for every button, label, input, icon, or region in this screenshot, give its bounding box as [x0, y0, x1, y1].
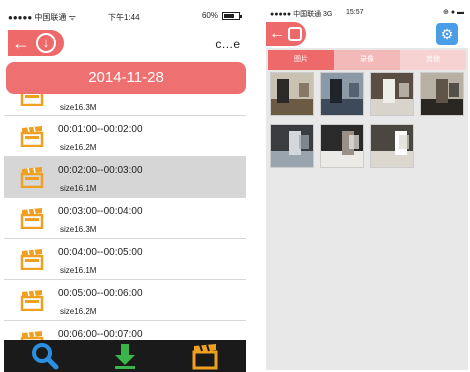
- carrier-label: ●●●●● 中国联通 3G: [270, 11, 333, 18]
- status-icons: ⊕ ● ▬: [443, 9, 464, 16]
- time-range: 00:05:00--00:06:00: [58, 288, 143, 299]
- top-bar: ← ↓ c…e: [4, 28, 246, 58]
- back-button[interactable]: ← ↓: [8, 30, 64, 56]
- date-header[interactable]: 2014-11-28: [6, 62, 246, 94]
- tab-videos[interactable]: 录像: [334, 50, 400, 70]
- time-range: 00:06:00--00:07:00: [58, 329, 143, 340]
- list-item[interactable]: size16.3M: [4, 94, 246, 116]
- download-circle-icon: ↓: [36, 33, 56, 53]
- list-item[interactable]: 00:04:00--00:05:00 size16.1M: [4, 239, 246, 280]
- status-time: 下午1:44: [108, 13, 140, 22]
- thumbnail-room-photo-3[interactable]: [370, 72, 414, 116]
- thumbnail-room-photo-4[interactable]: [420, 72, 464, 116]
- back-arrow-icon: ←: [269, 25, 285, 42]
- clapperboard-icon: [20, 94, 44, 106]
- clapperboard-icon: [20, 249, 44, 270]
- time-range: 00:02:00--00:03:00: [58, 165, 143, 176]
- status-bar: ●●●●● 中国联通 3G 15:57 ⊕ ● ▬: [266, 6, 468, 20]
- file-size: size16.3M: [60, 103, 97, 112]
- battery-percent: 60%: [201, 11, 218, 20]
- search-icon[interactable]: [30, 342, 60, 370]
- list-item[interactable]: 00:03:00--00:04:00 size16.3M: [4, 198, 246, 239]
- time-range: 00:03:00--00:04:00: [58, 206, 143, 217]
- thumbnail-room-photo-5[interactable]: [270, 124, 314, 168]
- clapperboard-icon: [20, 126, 44, 147]
- clapperboard-icon[interactable]: [190, 342, 220, 370]
- list-item[interactable]: 00:02:00--00:03:00 size16.1M: [4, 157, 246, 198]
- clapperboard-icon: [20, 208, 44, 229]
- video-list-screen: ●●●●● 中国联通 ᯤ 下午1:44 60% ← ↓ c…e 2014-11-…: [4, 6, 246, 372]
- clapperboard-icon: [20, 331, 44, 340]
- back-button[interactable]: ←: [266, 22, 306, 46]
- thumbnail-room-photo-7[interactable]: [370, 124, 414, 168]
- file-size: size16.1M: [60, 266, 97, 275]
- gear-icon[interactable]: ⚙: [436, 23, 458, 45]
- list-item[interactable]: 00:06:00--00:07:00size16.3M: [4, 321, 246, 340]
- time-range: 00:04:00--00:05:00: [58, 247, 143, 258]
- status-bar: ●●●●● 中国联通 ᯤ 下午1:44 60%: [4, 6, 246, 26]
- clapperboard-icon: [20, 167, 44, 188]
- file-size: size16.3M: [60, 225, 97, 234]
- file-size: size16.1M: [60, 184, 97, 193]
- thumbnail-room-photo-2[interactable]: [320, 72, 364, 116]
- battery-icon: [222, 11, 242, 20]
- list-item[interactable]: 00:05:00--00:06:00 size16.2M: [4, 280, 246, 321]
- download-icon[interactable]: [110, 342, 140, 370]
- thumbnail-room-photo-1[interactable]: [270, 72, 314, 116]
- page-title: c…e: [215, 37, 240, 51]
- photo-gallery-screen: ●●●●● 中国联通 3G 15:57 ⊕ ● ▬ ← ⚙ 图片 录像 其他: [266, 6, 468, 370]
- top-bar: ← ⚙: [266, 20, 468, 48]
- carrier-label: ●●●●● 中国联通 ᯤ: [8, 13, 76, 22]
- time-range: 00:01:00--00:02:00: [58, 124, 143, 135]
- back-arrow-icon: ←: [12, 33, 30, 53]
- tab-photos[interactable]: 图片: [268, 50, 334, 70]
- bottom-toolbar: [4, 340, 246, 372]
- file-size: size16.2M: [60, 143, 97, 152]
- tab-other[interactable]: 其他: [400, 50, 466, 70]
- list-item[interactable]: 00:01:00--00:02:00 size16.2M: [4, 116, 246, 157]
- clapperboard-icon: [20, 290, 44, 311]
- status-time: 15:57: [346, 9, 364, 16]
- camera-icon: [288, 27, 302, 41]
- video-list: size16.3M 00:01:00--00:02:00 size16.2M 00:0…: [4, 94, 246, 340]
- thumbnail-room-photo-6[interactable]: [320, 124, 364, 168]
- battery-indicator: 60%: [201, 11, 242, 20]
- file-size: size16.2M: [60, 307, 97, 316]
- tab-bar: 图片 录像 其他: [268, 50, 466, 70]
